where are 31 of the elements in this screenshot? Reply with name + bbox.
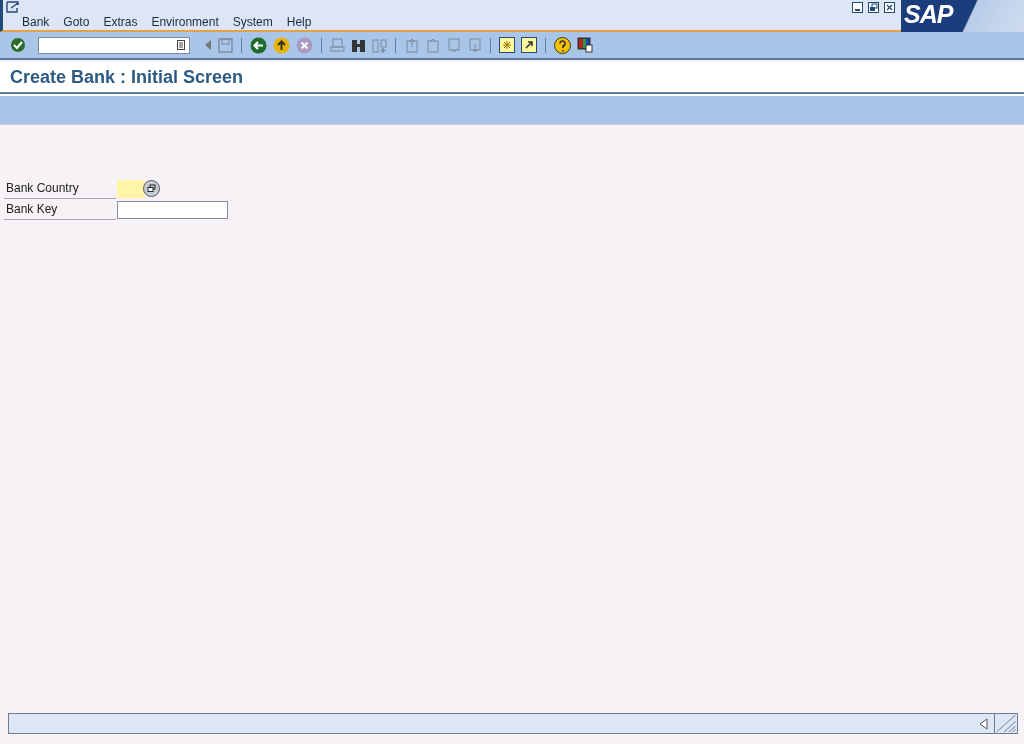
screen-title: Create Bank : Initial Screen (10, 66, 244, 88)
logo: SAP (901, 0, 1024, 32)
minimize-icon[interactable] (852, 2, 863, 13)
menu-item[interactable]: Bank (22, 15, 50, 29)
list-icon[interactable] (177, 40, 185, 50)
menu-item[interactable]: Environment (151, 15, 219, 29)
menu-item[interactable]: Goto (63, 15, 90, 29)
command-field[interactable] (38, 36, 190, 54)
cancel-icon[interactable] (296, 36, 313, 54)
layout-icon[interactable] (577, 37, 593, 53)
window-menu-icon[interactable] (6, 1, 20, 13)
input-field[interactable] (117, 200, 228, 219)
menu-item[interactable]: Help (286, 15, 312, 29)
new-window-icon[interactable] (499, 37, 515, 53)
help-icon[interactable] (554, 36, 571, 54)
field-label: Bank Key (4, 199, 116, 220)
back-icon[interactable] (250, 36, 267, 54)
resize-grip-icon[interactable] (994, 714, 1017, 733)
close-icon[interactable] (884, 2, 895, 13)
shortcut-icon[interactable] (521, 37, 537, 53)
exit-icon[interactable] (273, 36, 290, 54)
check-icon[interactable] (10, 37, 26, 53)
value-help-icon[interactable] (143, 180, 160, 197)
triangle-left-icon[interactable] (204, 39, 212, 51)
binoculars-icon[interactable] (351, 37, 366, 53)
input-field[interactable] (117, 179, 145, 198)
menu-item[interactable]: System (232, 15, 273, 29)
restore-icon[interactable] (868, 2, 879, 13)
menu-item[interactable]: Extras (103, 15, 138, 29)
field-label: Bank Country (4, 178, 116, 199)
triangle-left-icon[interactable] (979, 717, 988, 730)
